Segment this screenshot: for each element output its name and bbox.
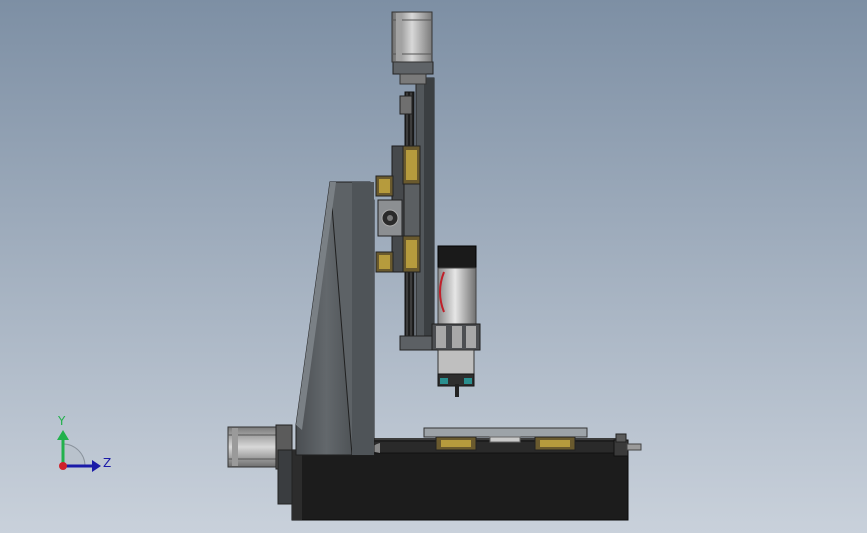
spindle-motor[interactable] — [431, 245, 481, 397]
cad-viewport[interactable]: Y Z — [0, 0, 867, 533]
triad-y-label: Y — [58, 414, 66, 428]
origin-dot — [59, 462, 67, 470]
model-canvas[interactable] — [0, 0, 867, 533]
triad-z-label: Z — [103, 456, 112, 470]
